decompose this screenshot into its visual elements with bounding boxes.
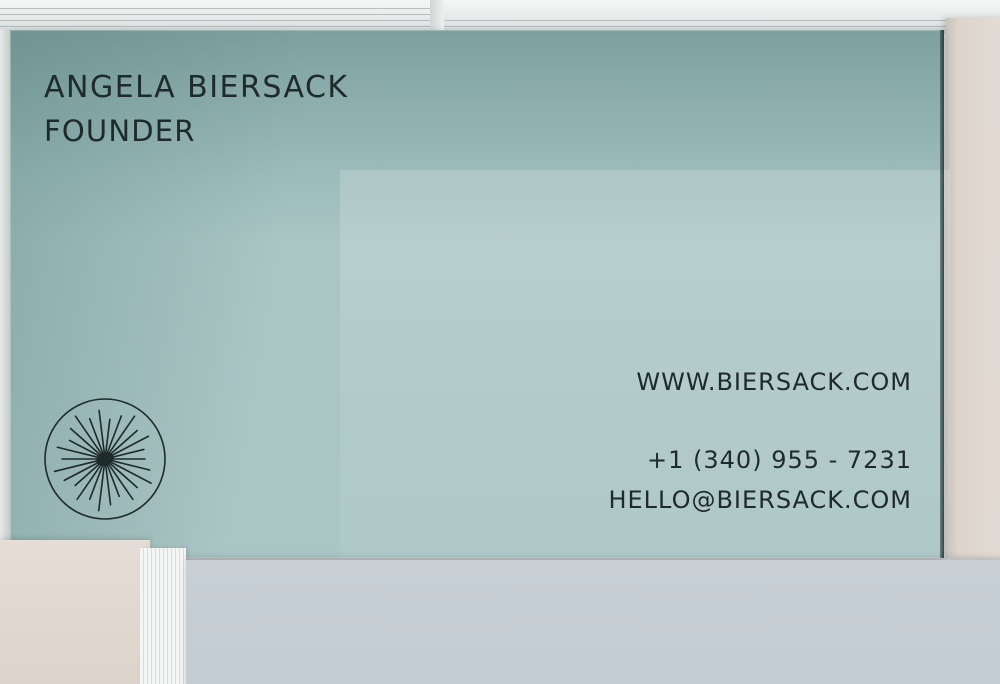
business-card-scene: ANGELA BIERSACK FOUNDER WWW.BIERSACK.COM…	[0, 0, 1000, 684]
sunburst-circle-icon	[44, 398, 166, 520]
card-edge-right	[940, 30, 944, 558]
white-card-stack	[140, 548, 186, 684]
card-website: WWW.BIERSACK.COM	[636, 368, 912, 396]
card-role: FOUNDER	[44, 114, 196, 148]
business-card: ANGELA BIERSACK FOUNDER WWW.BIERSACK.COM…	[0, 30, 950, 560]
blue-card-bottom	[186, 560, 1000, 684]
card-email: HELLO@BIERSACK.COM	[608, 486, 912, 514]
beige-card-right	[946, 18, 1000, 558]
card-phone: +1 (340) 955 - 7231	[647, 446, 912, 474]
card-name: ANGELA BIERSACK	[44, 70, 349, 105]
card-stack-edge-left	[0, 30, 10, 558]
stacked-card-edges-top	[0, 0, 1000, 34]
beige-card-bottom-left	[0, 540, 150, 684]
